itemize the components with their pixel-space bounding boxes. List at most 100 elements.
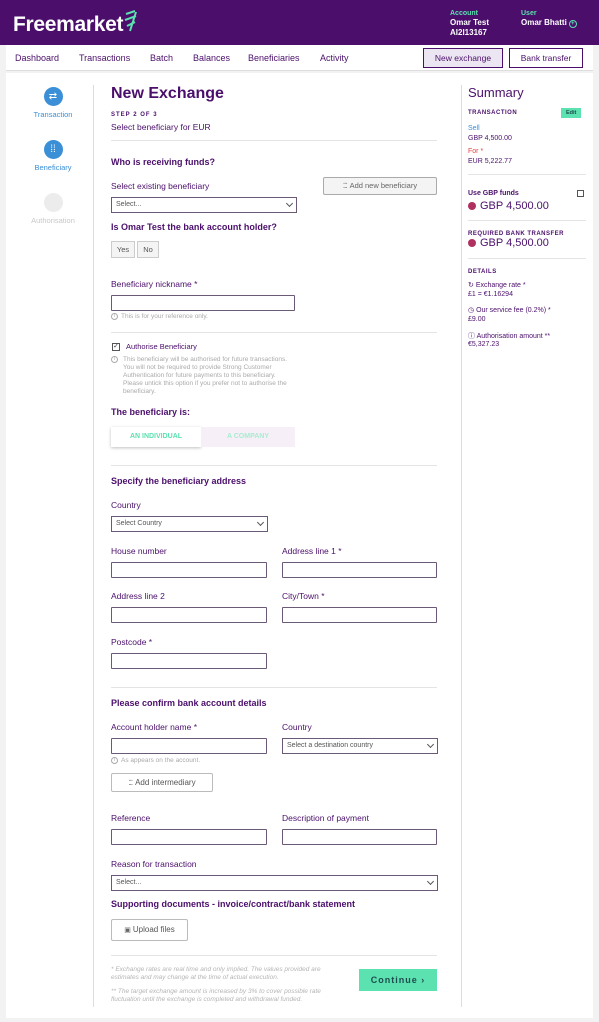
house-number-label: House number — [111, 546, 167, 556]
step-beneficiary[interactable]: ⁞⁞ Beneficiary — [23, 140, 83, 172]
dots-icon: ⁚⁚⁚ — [342, 183, 348, 190]
postcode-input[interactable] — [111, 653, 267, 669]
transaction-caption: TRANSACTION — [468, 110, 518, 116]
account-holder-label: Account holder name * — [111, 722, 197, 732]
info-icon: ⓘ — [468, 333, 477, 340]
new-exchange-button[interactable]: New exchange — [423, 48, 503, 68]
nav-balances[interactable]: Balances — [193, 53, 230, 63]
reason-select[interactable]: Select... — [111, 875, 438, 891]
address-line2-label: Address line 2 — [111, 591, 165, 601]
nickname-label: Beneficiary nickname * — [111, 279, 198, 289]
step-transaction[interactable]: ⇄ Transaction — [23, 87, 83, 119]
circle-icon: · — [43, 193, 63, 212]
continue-button[interactable]: Continue › — [359, 969, 437, 991]
bank-transfer-button[interactable]: Bank transfer — [509, 48, 583, 68]
chevron-down-icon — [426, 740, 435, 749]
uk-flag-icon — [468, 202, 476, 211]
house-number-input[interactable] — [111, 562, 267, 578]
dots-icon: ⁞⁞ — [43, 140, 63, 159]
rate-label: ↻ Exchange rate * — [468, 282, 526, 289]
page-subtitle: Select beneficiary for EUR — [111, 122, 211, 132]
summary-title: Summary — [468, 85, 524, 100]
divider — [468, 258, 586, 259]
address-line2-input[interactable] — [111, 607, 267, 623]
reference-input[interactable] — [111, 829, 267, 845]
continue-label: Continue — [370, 975, 418, 985]
nav-activity[interactable]: Activity — [320, 53, 349, 63]
divider — [468, 174, 586, 175]
country-select[interactable]: Select Country — [111, 516, 268, 532]
logo-mark-icon — [124, 10, 137, 32]
nav-batch[interactable]: Batch — [150, 53, 173, 63]
nav-dashboard[interactable]: Dashboard — [15, 53, 59, 63]
divider — [111, 332, 437, 333]
user-label: User — [521, 10, 537, 17]
nickname-hint: i This is for your reference only. — [111, 313, 208, 321]
footnote-buffer: ** The target exchange amount is increas… — [111, 988, 321, 1003]
sell-label: Sell — [468, 125, 480, 132]
step-label: Authorisation — [31, 216, 75, 225]
divider — [111, 140, 437, 141]
user-menu-icon[interactable]: + — [568, 20, 577, 28]
add-intermediary-button[interactable]: ⁚⁚⁚ Add intermediary — [111, 773, 213, 792]
chevron-down-icon — [256, 518, 265, 527]
existing-beneficiary-select[interactable]: Select... — [111, 197, 297, 213]
info-icon: i — [111, 356, 118, 363]
rate-value: £1 = €1.16294 — [468, 291, 513, 298]
funds-amount: GBP 4,500.00 — [468, 200, 549, 212]
refresh-icon: ↻ — [468, 282, 476, 289]
address-line1-label: Address line 1 * — [282, 546, 342, 556]
address-line1-input[interactable] — [282, 562, 437, 578]
nickname-input[interactable] — [111, 295, 295, 311]
top-bar: Freemarket Account Omar Test AI2I13167 U… — [0, 0, 599, 45]
step-label: Transaction — [33, 110, 73, 119]
divider — [111, 465, 437, 466]
divider — [111, 955, 437, 956]
for-label: For * — [468, 148, 484, 155]
step-indicator: STEP 2 OF 3 — [111, 112, 158, 118]
user-info[interactable]: User Omar Bhatti + — [521, 10, 577, 28]
nav-transactions[interactable]: Transactions — [79, 53, 130, 63]
city-input[interactable] — [282, 607, 437, 623]
for-value: EUR 5,222.77 — [468, 158, 512, 165]
use-funds-checkbox[interactable] — [577, 190, 584, 197]
step-authorisation: · Authorisation — [23, 193, 83, 225]
account-info[interactable]: Account Omar Test AI2I13167 — [450, 10, 489, 37]
receiving-heading: Who is receiving funds? — [111, 157, 216, 167]
individual-toggle[interactable]: AN INDIVIDUAL — [111, 427, 201, 447]
authorise-checkbox[interactable]: ✓ — [112, 343, 120, 351]
user-name: Omar Bhatti — [521, 18, 567, 27]
bank-country-label: Country — [282, 722, 312, 732]
beneficiary-is-label: The beneficiary is: — [111, 407, 191, 417]
add-intermediary-label: Add intermediary — [135, 778, 196, 787]
holder-hint: i As appears on the account. — [111, 757, 200, 765]
info-icon: i — [111, 757, 118, 764]
company-toggle[interactable]: A COMPANY — [201, 427, 295, 447]
bank-country-select[interactable]: Select a destination country — [282, 738, 438, 754]
bank-heading: Please confirm bank account details — [111, 698, 267, 708]
select-value: Select... — [116, 879, 142, 886]
no-button[interactable]: No — [137, 241, 159, 258]
fee-label: ◷ Our service fee (0.2%) * — [468, 307, 551, 314]
select-value: Select Country — [116, 520, 162, 527]
right-divider — [461, 85, 462, 1007]
add-new-beneficiary-button[interactable]: ⁚⁚⁚ Add new beneficiary — [323, 177, 437, 195]
details-caption: DETAILS — [468, 269, 497, 275]
account-holder-input[interactable] — [111, 738, 267, 754]
documents-heading: Supporting documents - invoice/contract/… — [111, 899, 356, 909]
main-card: ⇄ Transaction ⁞⁞ Beneficiary · Authorisa… — [6, 73, 593, 1018]
description-input[interactable] — [282, 829, 437, 845]
reference-label: Reference — [111, 813, 151, 823]
edit-button[interactable]: Edit — [561, 108, 582, 118]
brand-logo[interactable]: Freemarket — [13, 13, 124, 37]
clock-icon: ◷ — [468, 307, 477, 314]
left-divider — [93, 85, 94, 1007]
chevron-down-icon — [426, 877, 435, 886]
fee-value: £9.00 — [468, 316, 486, 323]
nav-beneficiaries[interactable]: Beneficiaries — [248, 53, 300, 63]
uk-flag-icon — [468, 239, 476, 248]
upload-files-button[interactable]: ▣ Upload files — [111, 919, 188, 941]
account-id: AI2I13167 — [450, 28, 487, 37]
authorise-hint: i This beneficiary will be authorised fo… — [111, 356, 296, 396]
yes-button[interactable]: Yes — [111, 241, 135, 258]
